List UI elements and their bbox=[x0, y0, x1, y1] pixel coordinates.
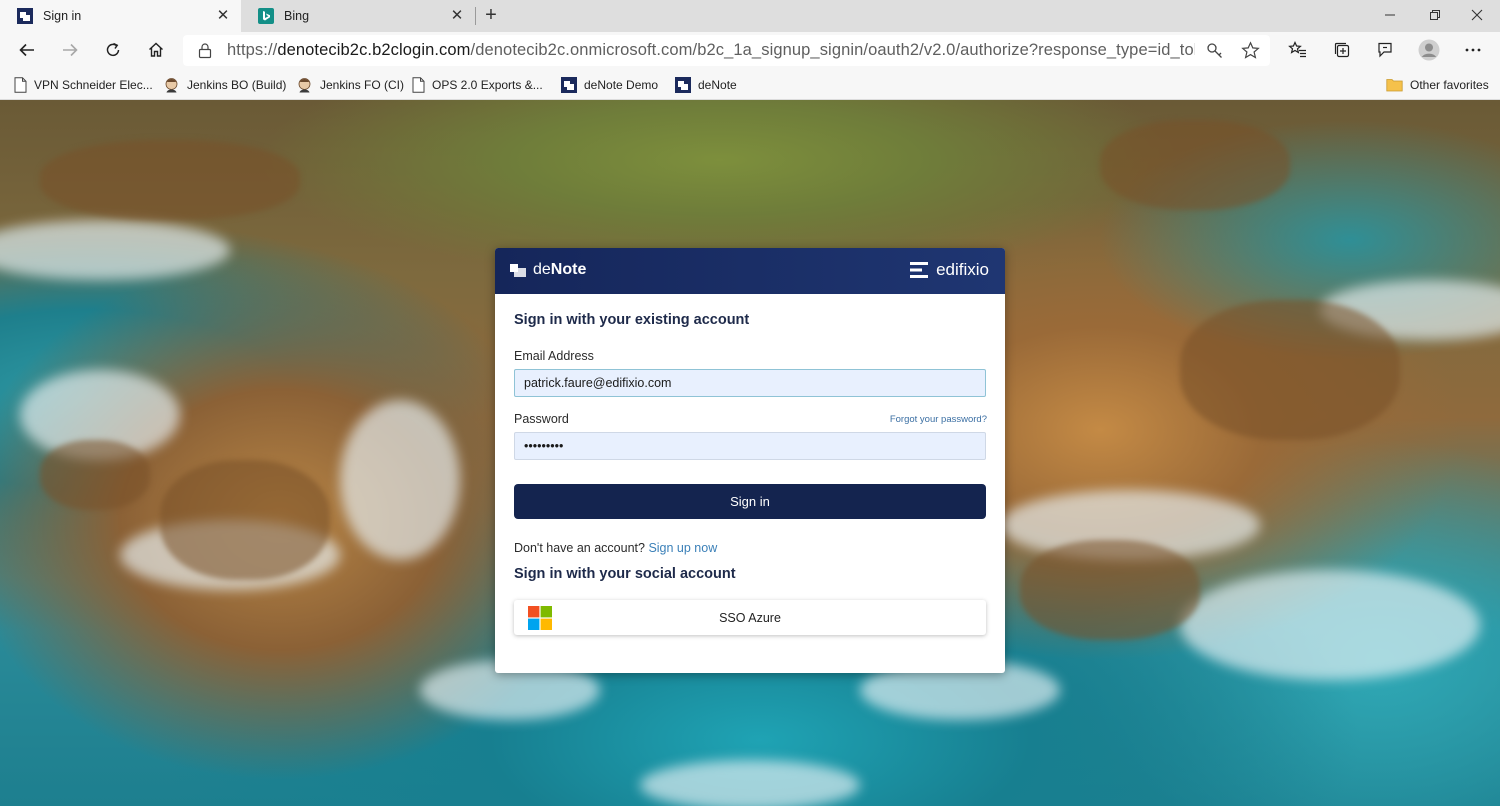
jenkins-icon bbox=[298, 77, 311, 92]
forward-arrow-icon bbox=[63, 43, 78, 57]
edifixio-logo: edifixio bbox=[910, 260, 989, 280]
favorites-button[interactable] bbox=[1283, 35, 1313, 65]
tab-strip: Sign in ✕ Bing ✕ + bbox=[0, 0, 1500, 32]
denote-icon bbox=[675, 77, 691, 93]
collections-button[interactable] bbox=[1327, 35, 1357, 65]
favorites-bar: VPN Schneider Elec... Jenkins BO (Build)… bbox=[0, 69, 1500, 100]
back-arrow-icon bbox=[19, 43, 34, 57]
url-text[interactable]: https://denotecib2c.b2clogin.com/denotec… bbox=[227, 41, 1195, 60]
favorite-label: deNote bbox=[698, 78, 737, 92]
page-icon bbox=[412, 77, 425, 93]
key-icon[interactable] bbox=[1206, 42, 1224, 60]
more-options-icon bbox=[1465, 48, 1481, 52]
tab-title: Bing bbox=[284, 9, 310, 23]
sso-azure-label: SSO Azure bbox=[719, 610, 781, 625]
sign-up-link[interactable]: Sign up now bbox=[648, 541, 717, 555]
sso-azure-button[interactable]: SSO Azure bbox=[514, 600, 986, 635]
favorite-label: OPS 2.0 Exports &... bbox=[432, 78, 543, 92]
read-aloud-button[interactable] bbox=[1370, 35, 1400, 65]
tab-bing[interactable]: Bing ✕ bbox=[241, 0, 475, 32]
page-icon bbox=[14, 77, 27, 93]
new-tab-button[interactable]: + bbox=[480, 4, 502, 28]
tab-title: Sign in bbox=[43, 9, 82, 23]
home-button[interactable] bbox=[141, 35, 171, 65]
brand-edifixio: edifixio bbox=[936, 260, 989, 279]
edifixio-logo-icon bbox=[910, 262, 929, 278]
denote-logo: de Note bbox=[510, 261, 586, 279]
restore-button[interactable] bbox=[1412, 0, 1458, 30]
sign-in-heading: Sign in with your existing account bbox=[514, 312, 750, 328]
tab-sign-in[interactable]: Sign in ✕ bbox=[0, 0, 241, 32]
brand-de: de bbox=[533, 261, 551, 278]
lock-icon[interactable] bbox=[197, 42, 213, 59]
tab-close-icon[interactable]: ✕ bbox=[449, 8, 465, 24]
refresh-icon bbox=[106, 42, 120, 57]
avatar-icon bbox=[1418, 39, 1440, 61]
email-label: Email Address bbox=[514, 349, 594, 363]
jenkins-icon bbox=[165, 77, 178, 92]
forward-button[interactable] bbox=[55, 35, 85, 65]
back-button[interactable] bbox=[12, 35, 42, 65]
add-favorite-star-icon[interactable] bbox=[1241, 41, 1260, 60]
other-favorites-label: Other favorites bbox=[1410, 78, 1489, 92]
tab-separator bbox=[475, 7, 476, 25]
denote-logo-icon bbox=[510, 263, 526, 277]
folder-icon bbox=[1386, 79, 1403, 92]
favorite-item[interactable]: deNote bbox=[675, 74, 737, 96]
favorite-item[interactable]: deNote Demo bbox=[561, 74, 658, 96]
social-sign-in-heading: Sign in with your social account bbox=[514, 566, 736, 582]
tab-close-icon[interactable]: ✕ bbox=[215, 8, 231, 24]
favorite-item[interactable]: Jenkins FO (CI) bbox=[296, 74, 404, 96]
address-bar[interactable]: https://denotecib2c.b2clogin.com/denotec… bbox=[183, 35, 1270, 66]
forgot-password-link[interactable]: Forgot your password? bbox=[890, 414, 987, 425]
collections-icon bbox=[1334, 42, 1350, 58]
card-header: de Note edifixio bbox=[495, 248, 1005, 294]
favorites-list-icon bbox=[1288, 41, 1306, 58]
denote-icon bbox=[561, 77, 577, 93]
favorite-label: Jenkins FO (CI) bbox=[320, 78, 405, 92]
favorite-label: deNote Demo bbox=[584, 78, 659, 92]
no-account-text: Don't have an account? bbox=[514, 541, 645, 555]
minimize-icon bbox=[1385, 14, 1395, 16]
browser-toolbar: https://denotecib2c.b2clogin.com/denotec… bbox=[0, 32, 1500, 69]
sign-up-prompt: Don't have an account? Sign up now bbox=[514, 541, 717, 555]
sign-in-card: de Note edifixio Sign in with your existi… bbox=[495, 248, 1005, 673]
sign-in-button[interactable]: Sign in bbox=[514, 484, 986, 519]
other-favorites[interactable]: Other favorites bbox=[1386, 74, 1489, 96]
favorite-item[interactable]: Jenkins BO (Build) bbox=[163, 74, 286, 96]
favorite-item[interactable]: VPN Schneider Elec... bbox=[14, 74, 153, 96]
refresh-button[interactable] bbox=[98, 35, 128, 65]
home-icon bbox=[149, 42, 163, 57]
denote-favicon-icon bbox=[17, 8, 33, 24]
close-window-button[interactable] bbox=[1454, 0, 1500, 30]
close-icon bbox=[1471, 9, 1483, 21]
favorite-item[interactable]: OPS 2.0 Exports &... bbox=[412, 74, 543, 96]
favorite-label: VPN Schneider Elec... bbox=[34, 78, 153, 92]
url-path: /denotecib2c.onmicrosoft.com/b2c_1a_sign… bbox=[470, 41, 1195, 59]
profile-button[interactable] bbox=[1414, 35, 1444, 65]
microsoft-logo-icon bbox=[528, 606, 552, 630]
brand-note: Note bbox=[550, 261, 587, 278]
favorite-label: Jenkins BO (Build) bbox=[187, 78, 287, 92]
email-field[interactable] bbox=[514, 369, 986, 397]
feedback-icon bbox=[1378, 42, 1392, 58]
minimize-button[interactable] bbox=[1367, 0, 1413, 30]
password-field[interactable] bbox=[514, 432, 986, 460]
bing-favicon-icon bbox=[258, 8, 274, 24]
url-scheme: https:// bbox=[227, 41, 278, 59]
settings-menu-button[interactable] bbox=[1458, 35, 1488, 65]
restore-icon bbox=[1430, 10, 1440, 20]
password-label: Password bbox=[514, 412, 569, 426]
url-host: denotecib2c.b2clogin.com bbox=[277, 41, 471, 59]
